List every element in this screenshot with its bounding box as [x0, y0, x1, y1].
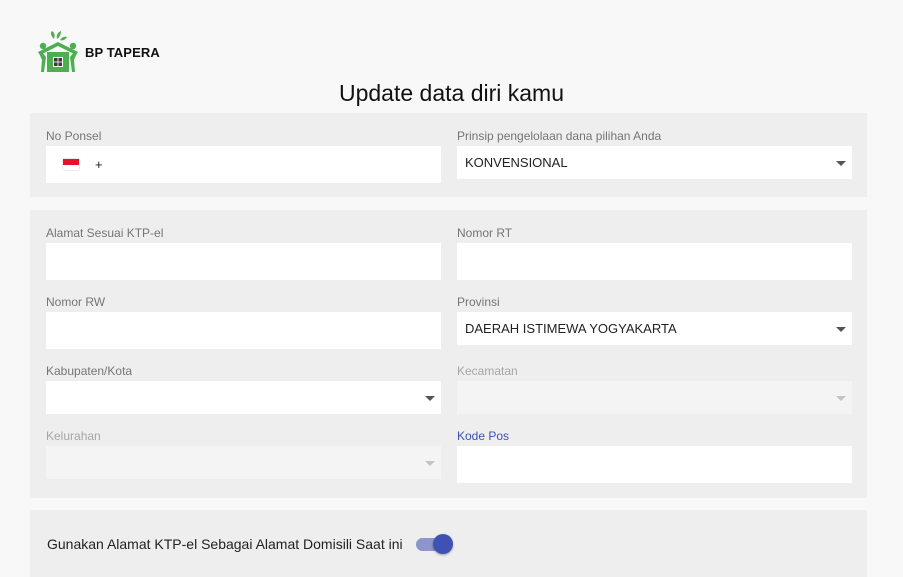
- rw-field: Nomor RW: [46, 294, 441, 349]
- house-people-logo-icon: [38, 31, 78, 72]
- city-label: Kabupaten/Kota: [46, 364, 133, 378]
- village-select: [46, 446, 441, 479]
- ktp-address-label: Alamat Sesuai KTP-el: [46, 226, 164, 240]
- indonesia-flag-icon[interactable]: [63, 159, 79, 170]
- phone-field: No Ponsel +: [46, 128, 441, 183]
- city-field: Kabupaten/Kota: [46, 363, 441, 414]
- postal-code-input[interactable]: [457, 446, 852, 483]
- chevron-down-icon: [836, 160, 846, 166]
- domicile-toggle-switch[interactable]: [415, 534, 453, 554]
- ktp-address-field: Alamat Sesuai KTP-el: [46, 225, 441, 280]
- toggle-thumb[interactable]: [432, 534, 453, 554]
- village-label: Kelurahan: [46, 429, 101, 443]
- rt-label: Nomor RT: [457, 226, 513, 240]
- district-label: Kecamatan: [457, 364, 518, 378]
- chevron-down-icon: [836, 326, 846, 332]
- phone-input[interactable]: +: [46, 146, 441, 183]
- domicile-section: Gunakan Alamat KTP-el Sebagai Alamat Dom…: [30, 510, 867, 577]
- brand-name: BP TAPERA: [85, 44, 160, 60]
- phone-label: No Ponsel: [46, 129, 102, 143]
- village-field: Kelurahan: [46, 428, 441, 479]
- ktp-address-input[interactable]: [46, 243, 441, 280]
- province-field: Provinsi DAERAH ISTIMEWA YOGYAKARTA: [457, 294, 852, 345]
- phone-prefix: +: [95, 157, 103, 172]
- postal-code-label: Kode Pos: [457, 429, 510, 443]
- contact-section: No Ponsel + Prinsip pengelolaan dana pil…: [30, 113, 867, 197]
- address-section: Alamat Sesuai KTP-el Nomor RT Nomor RW P…: [30, 210, 867, 498]
- province-value: DAERAH ISTIMEWA YOGYAKARTA: [465, 321, 677, 336]
- rt-input[interactable]: [457, 243, 852, 280]
- domicile-toggle-label: Gunakan Alamat KTP-el Sebagai Alamat Dom…: [47, 536, 403, 552]
- fund-principle-label: Prinsip pengelolaan dana pilihan Anda: [457, 129, 662, 143]
- chevron-down-icon: [425, 395, 435, 401]
- brand-logo: BP TAPERA: [36, 30, 160, 74]
- fund-principle-value: KONVENSIONAL: [465, 155, 568, 170]
- rt-field: Nomor RT: [457, 225, 852, 280]
- district-field: Kecamatan: [457, 363, 852, 414]
- province-label: Provinsi: [457, 295, 500, 309]
- postal-code-field: Kode Pos: [457, 428, 852, 483]
- city-select[interactable]: [46, 381, 441, 414]
- domicile-toggle-row: Gunakan Alamat KTP-el Sebagai Alamat Dom…: [47, 534, 453, 554]
- rw-input[interactable]: [46, 312, 441, 349]
- province-select[interactable]: DAERAH ISTIMEWA YOGYAKARTA: [457, 312, 852, 345]
- fund-principle-field: Prinsip pengelolaan dana pilihan Anda KO…: [457, 128, 852, 179]
- chevron-down-icon: [836, 395, 846, 401]
- district-select: [457, 381, 852, 414]
- chevron-down-icon: [425, 460, 435, 466]
- rw-label: Nomor RW: [46, 295, 106, 309]
- fund-principle-select[interactable]: KONVENSIONAL: [457, 146, 852, 179]
- page-title: Update data diri kamu: [338, 80, 564, 106]
